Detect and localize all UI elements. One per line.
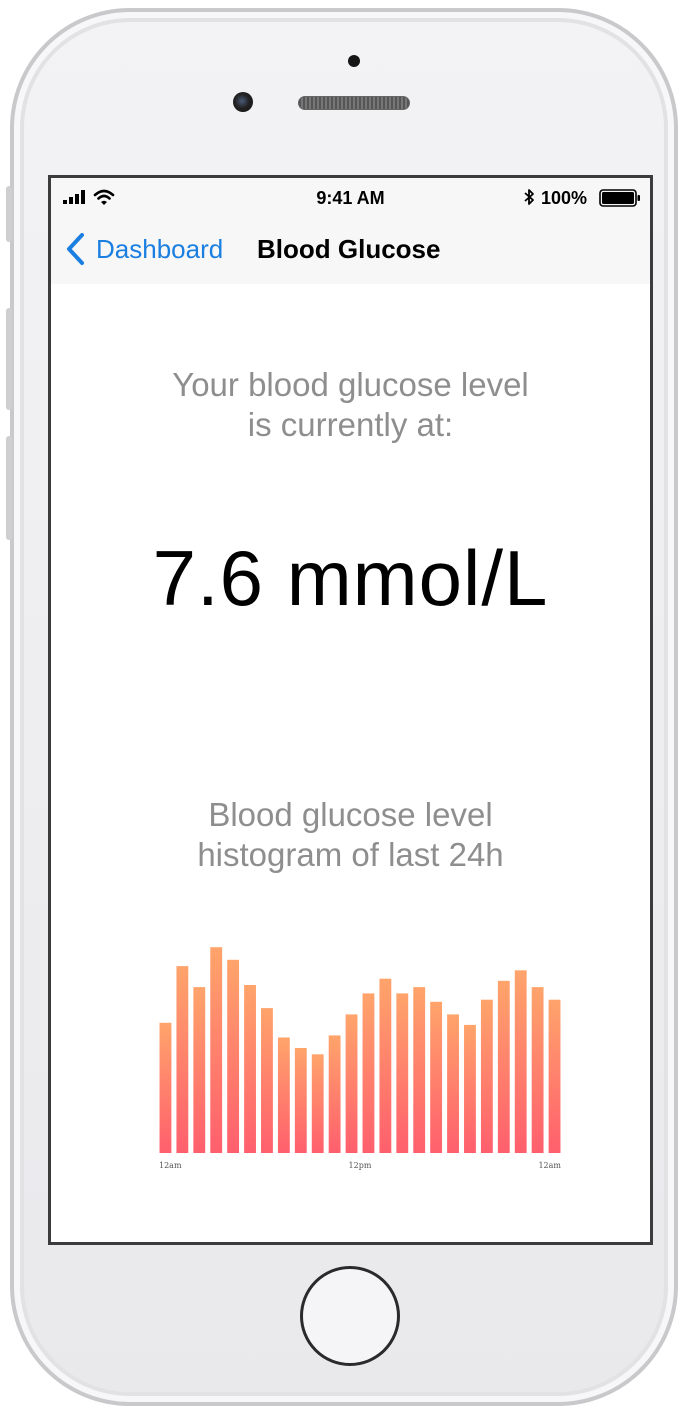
chevron-left-icon[interactable]	[65, 232, 87, 266]
back-button[interactable]: Dashboard	[96, 234, 223, 265]
histogram-bar	[531, 987, 544, 1153]
histogram-bar	[548, 999, 561, 1153]
battery-icon	[599, 189, 640, 207]
histogram-bar	[244, 985, 256, 1153]
histogram-bar	[294, 1048, 307, 1153]
histogram-bar	[159, 1022, 172, 1153]
current-level-caption: Your blood glucose level is currently at…	[172, 366, 529, 443]
histogram-bar	[345, 1014, 358, 1153]
home-button[interactable]	[300, 1266, 400, 1366]
histogram-bar	[176, 966, 189, 1153]
page-title: Blood Glucose	[257, 234, 441, 264]
histogram-bar	[464, 1024, 476, 1153]
navigation-bar: Dashboard Blood Glucose	[51, 218, 650, 284]
volume-down-button	[6, 436, 12, 540]
histogram-bar	[362, 993, 375, 1153]
histogram-bar	[447, 1014, 459, 1153]
x-tick-label: 12pm	[349, 1161, 372, 1170]
histogram-caption: Blood glucose level histogram of last 24…	[197, 796, 504, 873]
x-tick-label: 12am	[538, 1161, 561, 1170]
histogram-bar	[430, 1001, 443, 1153]
screen: 9:41 AM 100% Dashboard Blood Glucose You…	[48, 175, 653, 1245]
histogram-bar	[379, 978, 392, 1153]
earpiece-speaker	[298, 96, 410, 110]
histogram-bar	[210, 947, 223, 1153]
front-camera-icon	[233, 92, 253, 112]
proximity-sensor	[348, 55, 360, 67]
histogram-bar	[193, 987, 206, 1153]
x-tick-label: 12am	[159, 1161, 182, 1170]
battery-percent: 100%	[541, 188, 588, 208]
bluetooth-icon	[524, 189, 534, 205]
histogram-bar	[277, 1037, 290, 1153]
histogram-bar	[328, 1035, 341, 1153]
histogram-bar	[396, 993, 409, 1153]
histogram-bar	[497, 980, 510, 1153]
histogram-bar	[514, 970, 527, 1153]
glucose-value: 7.6 mmol/L	[152, 534, 549, 622]
histogram-bar	[480, 999, 493, 1153]
status-bar: 9:41 AM 100%	[51, 178, 650, 218]
histogram-bar	[261, 1008, 273, 1153]
histogram-bar	[227, 959, 240, 1153]
histogram-bar	[311, 1054, 324, 1153]
histogram-bar	[413, 987, 426, 1153]
volume-up-button	[6, 308, 12, 410]
mute-switch	[6, 186, 12, 242]
glucose-histogram-chart: 12am 12pm 12am	[159, 947, 561, 1170]
